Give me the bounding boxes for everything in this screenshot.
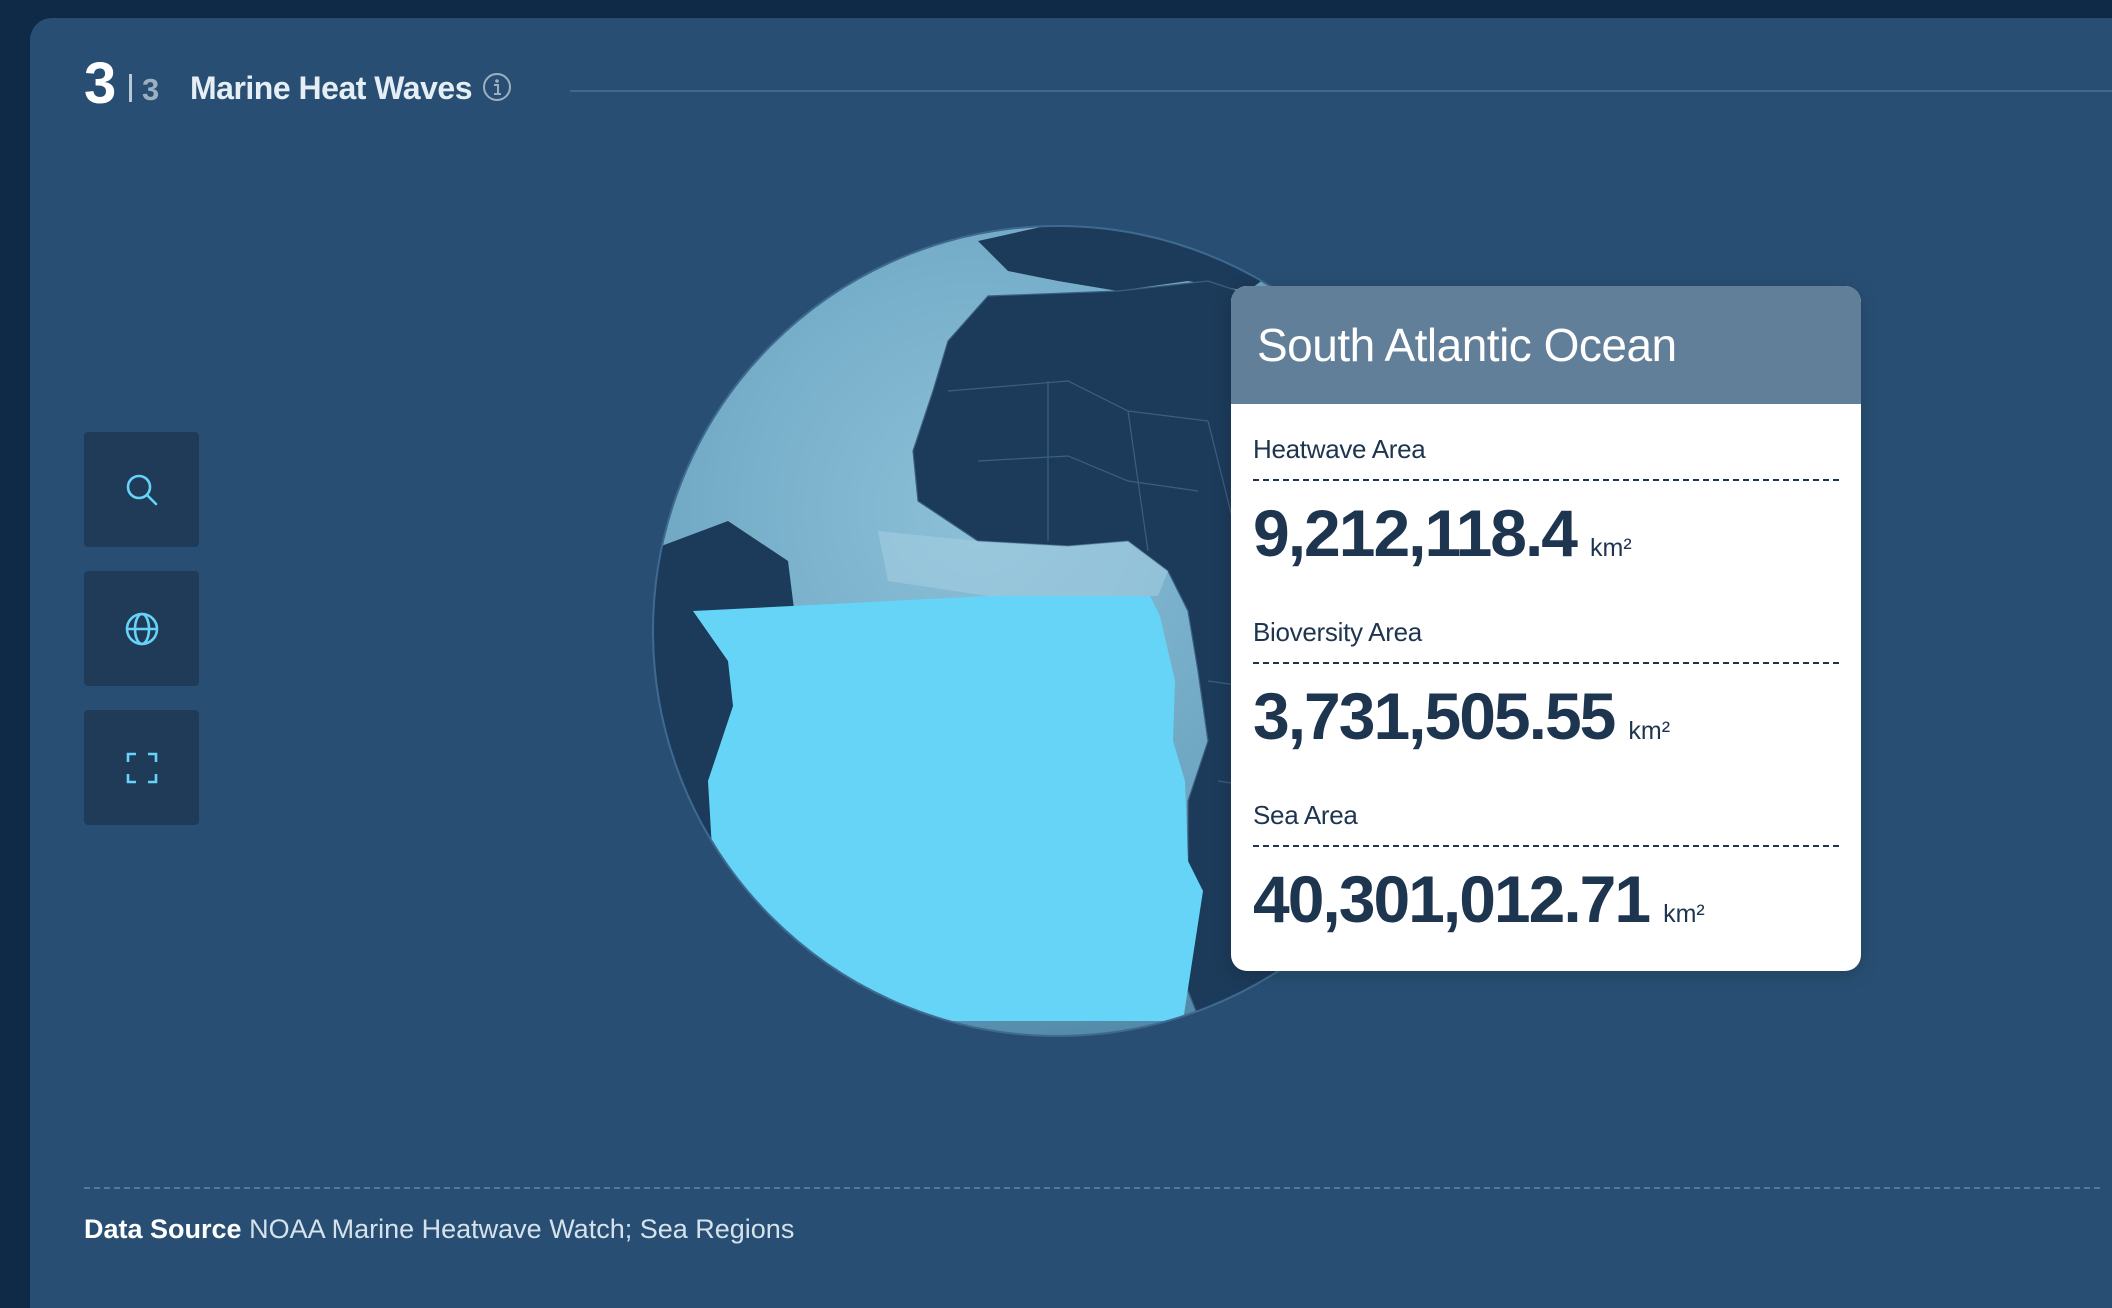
metric-label: Sea Area [1253, 800, 1358, 830]
metric-heatwave-area: Heatwave Area 9,212,118.4 km² [1253, 434, 1839, 571]
data-source-label: Data Source [84, 1214, 242, 1244]
metric-value: 9,212,118.4 [1253, 496, 1578, 570]
metric-value: 40,301,012.71 [1253, 862, 1651, 936]
region-tooltip: South Atlantic Ocean Heatwave Area 9,212… [1231, 286, 1861, 971]
search-icon [126, 474, 157, 505]
fullscreen-button[interactable] [84, 710, 199, 825]
metric-divider [1253, 845, 1839, 847]
main-panel: 3 3 Marine Heat Waves South Atlantic Oce… [30, 18, 2112, 1308]
metric-label: Bioversity Area [1253, 617, 1422, 647]
data-source-text: NOAA Marine Heatwave Watch; Sea Regions [249, 1214, 795, 1244]
search-button[interactable] [84, 432, 199, 547]
metric-divider [1253, 479, 1839, 481]
south-atlantic-highlight[interactable] [693, 596, 1203, 1021]
header-divider [570, 90, 2112, 92]
step-current: 3 [84, 51, 116, 116]
metric-unit: km² [1628, 717, 1671, 745]
data-source: Data Source NOAA Marine Heatwave Watch; … [84, 1214, 794, 1245]
section-header: 3 3 Marine Heat Waves [30, 18, 2112, 168]
metric-label: Heatwave Area [1253, 434, 1426, 464]
footer-divider [84, 1187, 2100, 1189]
fullscreen-icon [126, 752, 157, 783]
step-separator [129, 74, 132, 102]
metric-unit: km² [1590, 534, 1632, 562]
metric-unit: km² [1663, 900, 1705, 928]
tooltip-header: South Atlantic Ocean [1231, 286, 1861, 404]
step-total: 3 [142, 72, 160, 107]
metric-bioversity-area: Bioversity Area 3,731,505.55 km² [1253, 617, 1839, 754]
globe-icon [125, 612, 158, 645]
globe-button[interactable] [84, 571, 199, 686]
metric-value: 3,731,505.55 [1253, 679, 1616, 753]
metric-sea-area: Sea Area 40,301,012.71 km² [1253, 800, 1839, 937]
info-icon[interactable] [482, 72, 512, 102]
metric-divider [1253, 662, 1839, 664]
section-title: Marine Heat Waves [190, 70, 472, 106]
tooltip-title: South Atlantic Ocean [1257, 319, 1677, 371]
